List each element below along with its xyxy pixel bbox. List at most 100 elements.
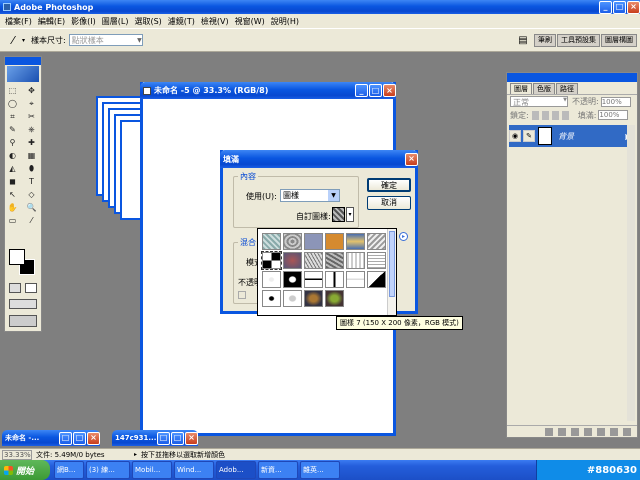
tool-icon[interactable]: 🔍	[26, 202, 37, 213]
pattern-swatch[interactable]	[304, 252, 323, 269]
restore-button[interactable]: □	[59, 431, 72, 445]
cancel-button[interactable]: 取消	[367, 196, 411, 210]
menu-item[interactable]: 檢視(V)	[198, 16, 232, 27]
document-title-bar[interactable]: 未命名 -5 @ 33.3% (RGB/8) _ □ ×	[140, 82, 396, 99]
layer-row[interactable]: ◉ ✎ 背景 ▣	[509, 125, 635, 147]
tool-icon[interactable]: ⌖	[26, 98, 37, 109]
ok-button[interactable]: 確定	[367, 178, 411, 192]
tool-icon[interactable]: ⌗	[7, 111, 18, 122]
pattern-swatch[interactable]	[346, 271, 365, 288]
close-button[interactable]: ×	[87, 431, 100, 445]
pattern-swatch[interactable]	[367, 271, 386, 288]
lock-icons[interactable]	[531, 110, 572, 120]
close-button[interactable]: ×	[627, 0, 640, 14]
link-icon[interactable]	[545, 427, 553, 436]
pattern-swatch[interactable]	[262, 271, 281, 288]
palette-well-tab[interactable]: 工具預設集	[557, 33, 600, 47]
picker-scrollbar[interactable]	[387, 229, 396, 315]
tool-icon[interactable]: ↖	[7, 189, 18, 200]
quick-mask-icon[interactable]	[25, 283, 37, 293]
jump-to-imageready-icon[interactable]	[9, 315, 37, 327]
menu-item[interactable]: 圖層(L)	[99, 16, 132, 27]
layers-palette-title-bar[interactable]	[507, 73, 637, 82]
doc-close-button[interactable]: ×	[383, 84, 396, 97]
layer-style-icon[interactable]	[558, 427, 566, 436]
eye-icon[interactable]: ◉	[509, 130, 521, 142]
fill-dialog-close-button[interactable]: ×	[405, 152, 418, 166]
tool-icon[interactable]: ✋	[7, 202, 18, 213]
menu-item[interactable]: 濾鏡(T)	[165, 16, 198, 27]
menu-item[interactable]: 影像(I)	[68, 16, 99, 27]
menu-item[interactable]: 說明(H)	[268, 16, 302, 27]
tool-preset-dropdown-icon[interactable]: ▾	[22, 37, 25, 44]
taskbar-item[interactable]: 網B...	[54, 461, 84, 479]
menu-item[interactable]: 視窗(W)	[232, 16, 268, 27]
doc-minimize-button[interactable]: _	[355, 84, 368, 97]
fill-field[interactable]: 100%	[598, 110, 629, 120]
maximize-button[interactable]: □	[613, 0, 626, 14]
taskbar-item[interactable]: Mobil...	[132, 461, 172, 479]
adjustment-layer-icon[interactable]	[584, 427, 592, 436]
pattern-swatch[interactable]	[283, 252, 302, 269]
maximize-button[interactable]: □	[73, 431, 86, 445]
picker-menu-arrow-icon[interactable]: ▸	[399, 232, 408, 241]
brush-icon[interactable]: ✎	[523, 130, 535, 142]
status-arrow-icon[interactable]: ▸	[134, 451, 137, 458]
custom-pattern-swatch[interactable]	[332, 207, 345, 222]
use-select[interactable]: 圖樣 ▼	[280, 189, 340, 202]
menu-item[interactable]: 編輯(E)	[35, 16, 68, 27]
tool-icon[interactable]: ✂	[26, 111, 37, 122]
layers-panel-tab[interactable]: 路徑	[556, 83, 578, 94]
start-button[interactable]: 開始	[0, 460, 50, 480]
pattern-swatch[interactable]	[367, 252, 386, 269]
palette-well-tab[interactable]: 筆刷	[534, 33, 556, 47]
blend-mode-select[interactable]: 正常 ▼	[510, 96, 568, 107]
layers-panel-tab[interactable]: 圖層	[510, 83, 532, 94]
pattern-swatch[interactable]	[325, 252, 344, 269]
pattern-swatch[interactable]	[325, 290, 344, 307]
tool-icon[interactable]: ▭	[7, 215, 18, 226]
pattern-picker-arrow[interactable]: ▾	[346, 207, 354, 222]
minimize-button[interactable]: _	[599, 0, 612, 14]
pattern-swatch[interactable]	[304, 290, 323, 307]
pattern-swatch[interactable]	[283, 233, 302, 250]
menu-item[interactable]: 檔案(F)	[2, 16, 35, 27]
pattern-swatch[interactable]	[283, 290, 302, 307]
screen-mode-icon[interactable]	[9, 299, 37, 309]
pattern-swatch[interactable]	[283, 271, 302, 288]
doc-info[interactable]: 文件: 5.49M/0 bytes	[34, 450, 134, 460]
pattern-swatch[interactable]	[346, 252, 365, 269]
tool-icon[interactable]: ⬚	[7, 85, 18, 96]
taskbar-item[interactable]: Wind...	[174, 461, 214, 479]
tool-icon[interactable]: ⁄	[26, 215, 37, 226]
pattern-swatch[interactable]	[262, 290, 281, 307]
doc-maximize-button[interactable]: □	[369, 84, 382, 97]
foreground-color-swatch[interactable]	[9, 249, 25, 265]
mask-icon[interactable]	[571, 427, 579, 436]
close-button[interactable]: ×	[185, 431, 198, 445]
tool-icon[interactable]: ⬮	[26, 163, 37, 174]
maximize-button[interactable]: □	[171, 431, 184, 445]
tool-icon[interactable]: ✚	[26, 137, 37, 148]
scroll-thumb[interactable]	[389, 231, 395, 297]
pattern-swatch[interactable]	[325, 271, 344, 288]
sample-size-select[interactable]: 點狀樣本 ▼	[68, 34, 143, 46]
pattern-swatch[interactable]	[367, 233, 386, 250]
tool-icon[interactable]: ◼	[7, 176, 18, 187]
tool-icon[interactable]: ⚲	[7, 137, 18, 148]
pattern-swatch[interactable]	[325, 233, 344, 250]
taskbar-item[interactable]: (3) 練...	[86, 461, 130, 479]
pattern-swatch[interactable]	[304, 271, 323, 288]
taskbar-item[interactable]: 雜英...	[300, 461, 340, 479]
tool-icon[interactable]: ▦	[26, 150, 37, 161]
minimized-window[interactable]: 147c931... □ □ ×	[112, 430, 198, 446]
pattern-swatch[interactable]	[261, 251, 282, 270]
tool-icon[interactable]: ✎	[7, 124, 18, 135]
palette-well-tab[interactable]: 圖層構圖	[601, 33, 637, 47]
taskbar-item[interactable]: 新資...	[258, 461, 298, 479]
fill-dialog-title-bar[interactable]: 填滿 ×	[220, 150, 418, 168]
taskbar-item[interactable]: Adob...	[216, 461, 256, 479]
tool-icon[interactable]: ⎈	[26, 124, 37, 135]
opacity-field[interactable]: 100%	[600, 96, 631, 107]
file-browser-icon[interactable]: ▤	[514, 33, 532, 47]
